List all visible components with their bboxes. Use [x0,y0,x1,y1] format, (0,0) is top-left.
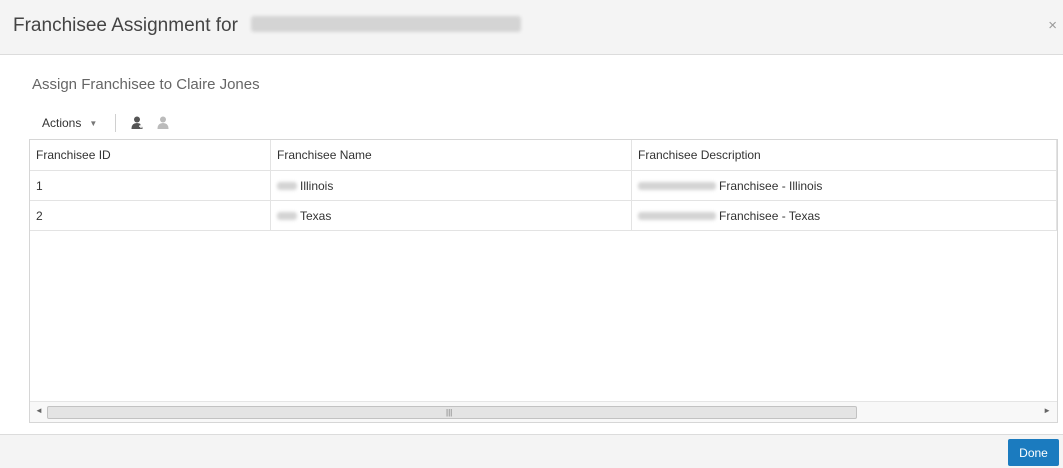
actions-menu-button[interactable]: Actions ▼ [42,116,97,130]
column-header-description[interactable]: Franchisee Description [631,140,1057,171]
scroll-right-icon[interactable]: ► [1043,406,1051,415]
cell-name-text: Texas [300,208,332,223]
cell-name: Illinois [270,170,632,201]
column-header-id[interactable]: Franchisee ID [30,140,271,171]
redacted-text [638,182,716,191]
close-button[interactable]: × [1048,18,1057,33]
table-row[interactable]: 1 Illinois Franchisee - Illinois [30,170,1057,201]
dialog-footer: Done [0,434,1063,468]
cell-description-text: Franchisee - Illinois [719,178,823,193]
cell-description: Franchisee - Texas [631,200,1057,231]
grip-icon: ||| [446,408,453,417]
cell-id: 1 [30,170,271,201]
done-button[interactable]: Done [1008,439,1059,466]
table-row[interactable]: 2 Texas Franchisee - Texas [30,200,1057,231]
franchisee-grid: Franchisee ID Franchisee Name Franchisee… [29,139,1058,423]
redacted-user-name [251,16,522,33]
unassign-user-icon[interactable] [154,114,172,132]
redacted-text [277,212,297,221]
cell-description-text: Franchisee - Texas [719,208,821,223]
grid-toolbar: Actions ▼ [42,112,180,134]
dialog-header: Franchisee Assignment for × [0,0,1063,55]
dialog-title: Franchisee Assignment for [13,15,522,37]
redacted-text [638,212,716,221]
franchisee-table: Franchisee ID Franchisee Name Franchisee… [30,140,1057,231]
column-header-name[interactable]: Franchisee Name [270,140,632,171]
toolbar-divider [115,114,117,132]
table-header-row: Franchisee ID Franchisee Name Franchisee… [30,140,1057,171]
redacted-text [277,182,297,191]
dialog-title-text: Franchisee Assignment for [13,15,238,36]
horizontal-scrollbar[interactable]: ◄ ||| ► [30,401,1057,422]
assign-subtitle: Assign Franchisee to Claire Jones [32,76,260,93]
cell-name-text: Illinois [300,178,334,193]
cell-name: Texas [270,200,632,231]
scrollbar-thumb[interactable]: ||| [47,406,857,419]
chevron-down-icon: ▼ [89,118,98,128]
cell-id: 2 [30,200,271,231]
actions-label: Actions [42,116,82,130]
cell-description: Franchisee - Illinois [631,170,1057,201]
scroll-left-icon[interactable]: ◄ [35,406,43,415]
assign-user-icon[interactable] [128,114,146,132]
